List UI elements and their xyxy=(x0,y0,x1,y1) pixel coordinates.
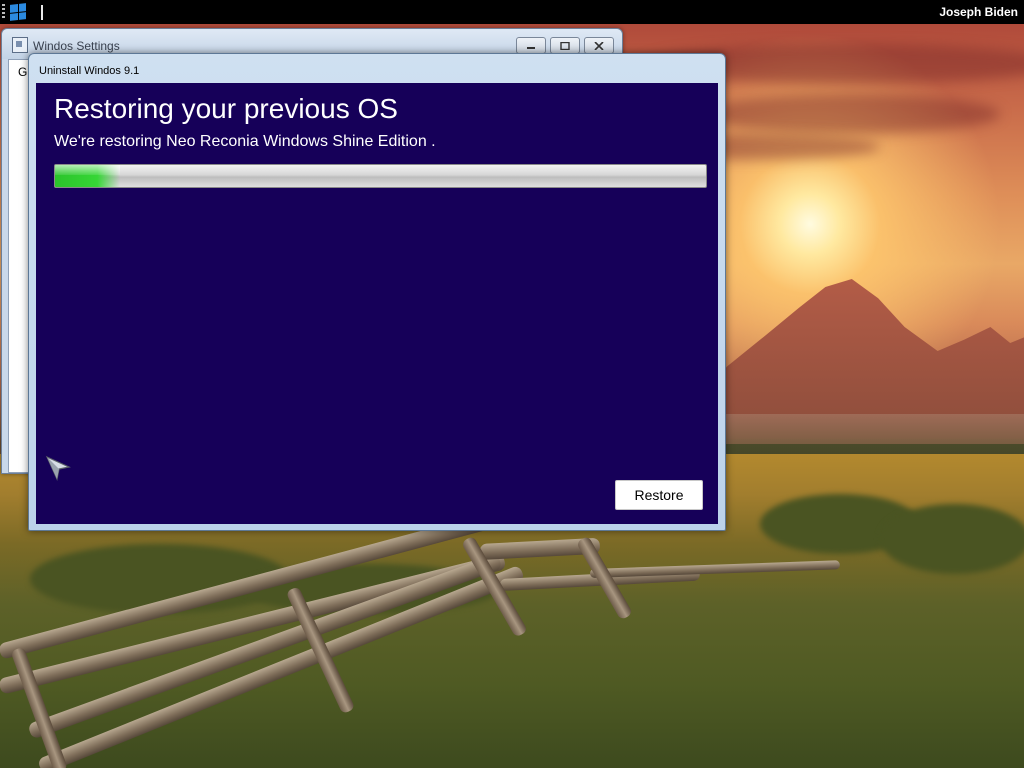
cloud xyxy=(700,94,1000,134)
start-button[interactable] xyxy=(0,0,30,24)
uninstall-window-title: Uninstall Windos 9.1 xyxy=(39,65,140,77)
bush xyxy=(880,504,1024,574)
dialog-heading: Restoring your previous OS xyxy=(54,93,398,124)
user-name[interactable]: Joseph Biden xyxy=(939,5,1018,19)
settings-app-icon xyxy=(12,37,28,53)
arrow-cursor-icon xyxy=(45,455,71,481)
restore-progress-bar xyxy=(54,164,707,188)
grip-icon xyxy=(2,4,5,20)
progress-fill xyxy=(55,165,121,187)
maximize-button[interactable] xyxy=(550,37,580,54)
minimize-button[interactable] xyxy=(516,37,546,54)
maximize-icon xyxy=(560,41,570,50)
close-icon xyxy=(594,41,604,50)
settings-body-text: G xyxy=(18,65,28,79)
restore-dialog-panel: Restoring your previous OS We're restori… xyxy=(36,83,718,524)
windows-logo-icon xyxy=(10,3,26,21)
close-button[interactable] xyxy=(584,37,614,54)
taskbar-separator xyxy=(41,5,43,20)
minimize-icon xyxy=(527,46,535,49)
dialog-subtitle: We're restoring Neo Reconia Windows Shin… xyxy=(54,133,436,150)
uninstall-window[interactable]: Uninstall Windos 9.1 Restoring your prev… xyxy=(28,53,726,531)
taskbar: Joseph Biden xyxy=(0,0,1024,24)
settings-window-title: Windos Settings xyxy=(33,39,120,53)
restore-button[interactable]: Restore xyxy=(615,480,703,510)
